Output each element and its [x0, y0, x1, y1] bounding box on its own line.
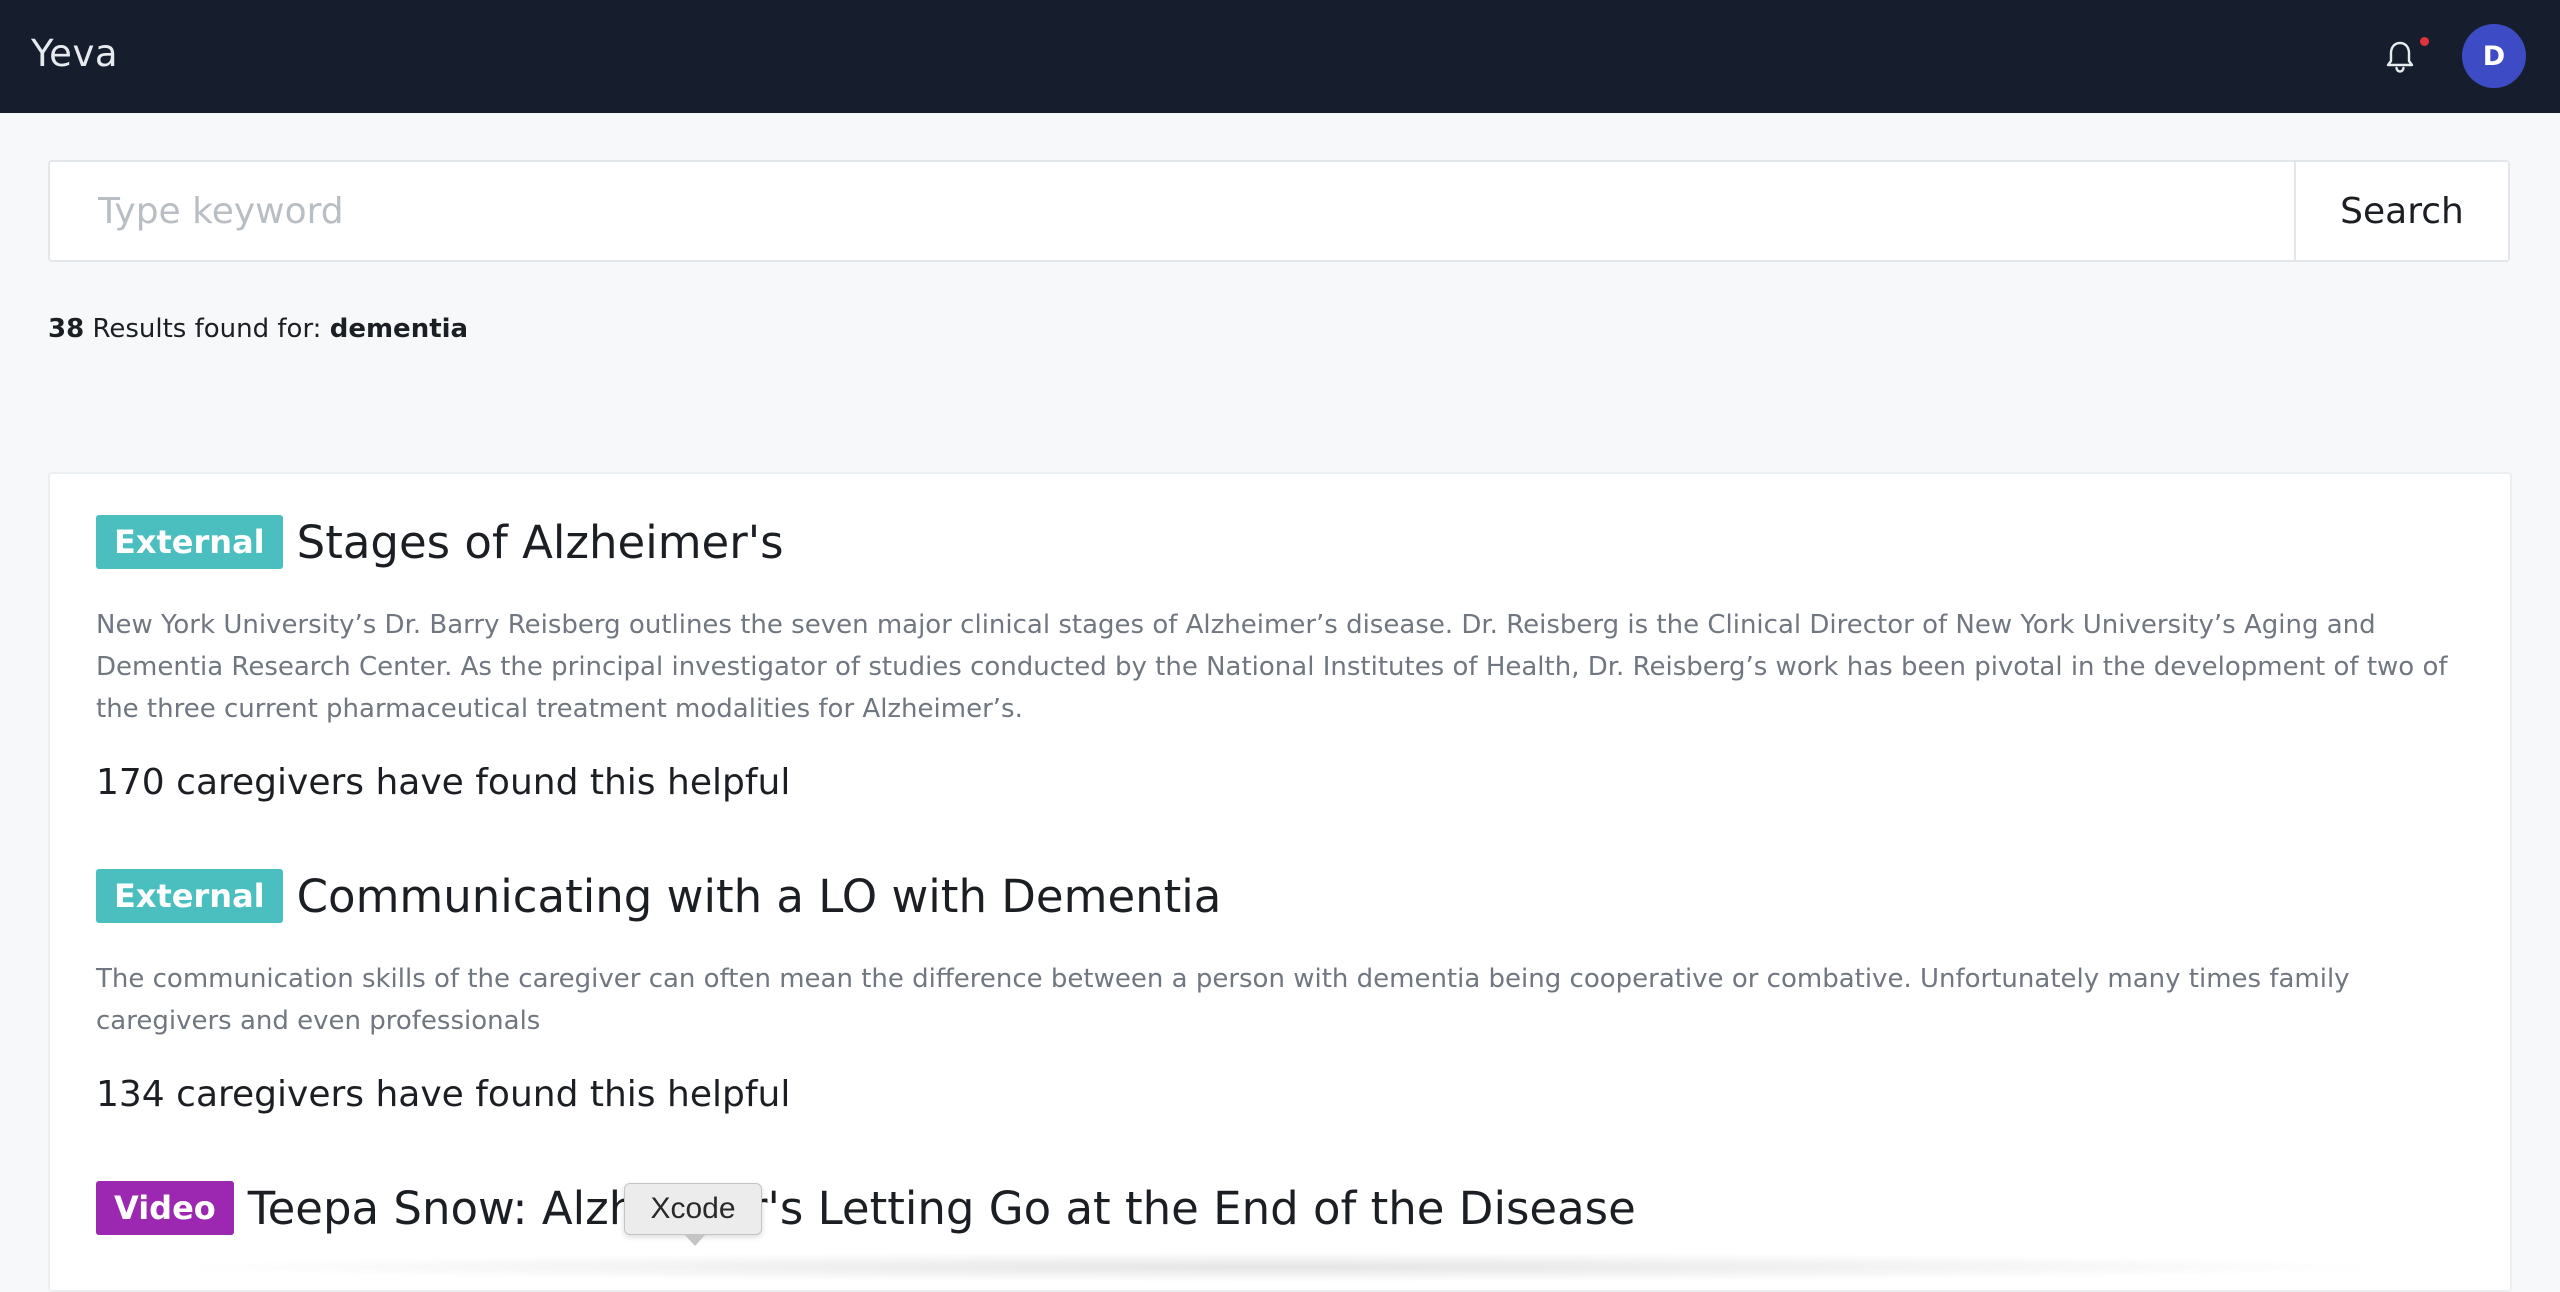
- tooltip-arrow: [684, 1234, 706, 1246]
- result-item: External Stages of Alzheimer's New York …: [96, 514, 2476, 803]
- results-summary: 38 Results found for: dementia: [48, 314, 468, 344]
- result-helpful-count: 134 caregivers have found this helpful: [96, 1074, 791, 1115]
- dock-tooltip: Xcode: [624, 1183, 762, 1235]
- result-title-row: Video Teepa Snow: Alzheimer's Letting Go…: [96, 1180, 2476, 1236]
- results-label: Results found for:: [92, 314, 322, 344]
- result-title-row: External Stages of Alzheimer's: [96, 514, 2476, 570]
- result-title-row: External Communicating with a LO with De…: [96, 868, 2476, 924]
- dock-shadow: [150, 1252, 2410, 1282]
- results-card: External Stages of Alzheimer's New York …: [48, 472, 2512, 1292]
- result-description: New York University’s Dr. Barry Reisberg…: [96, 610, 2448, 724]
- top-navbar: Yeva D: [0, 0, 2560, 113]
- result-helpful-count: 170 caregivers have found this helpful: [96, 762, 791, 803]
- result-type-badge: Video: [96, 1181, 234, 1235]
- user-avatar[interactable]: D: [2462, 24, 2526, 88]
- result-description: The communication skills of the caregive…: [96, 964, 2350, 1036]
- result-title-link[interactable]: Stages of Alzheimer's: [297, 516, 784, 569]
- search-input[interactable]: [50, 162, 2294, 260]
- result-item: Video Teepa Snow: Alzheimer's Letting Go…: [96, 1180, 2476, 1236]
- result-item: External Communicating with a LO with De…: [96, 868, 2476, 1115]
- result-title-link[interactable]: Teepa Snow: Alzheimer's Letting Go at th…: [248, 1182, 1636, 1235]
- brand-logo[interactable]: Yeva: [31, 32, 118, 75]
- result-title-link[interactable]: Communicating with a LO with Dementia: [297, 870, 1222, 923]
- result-type-badge: External: [96, 515, 283, 569]
- results-query: dementia: [329, 314, 469, 344]
- result-type-badge: External: [96, 869, 283, 923]
- bell-icon[interactable]: [2384, 40, 2416, 74]
- results-count: 38: [48, 314, 85, 344]
- notification-dot: [2420, 37, 2429, 46]
- search-bar: Search: [48, 160, 2510, 262]
- search-button[interactable]: Search: [2294, 162, 2508, 260]
